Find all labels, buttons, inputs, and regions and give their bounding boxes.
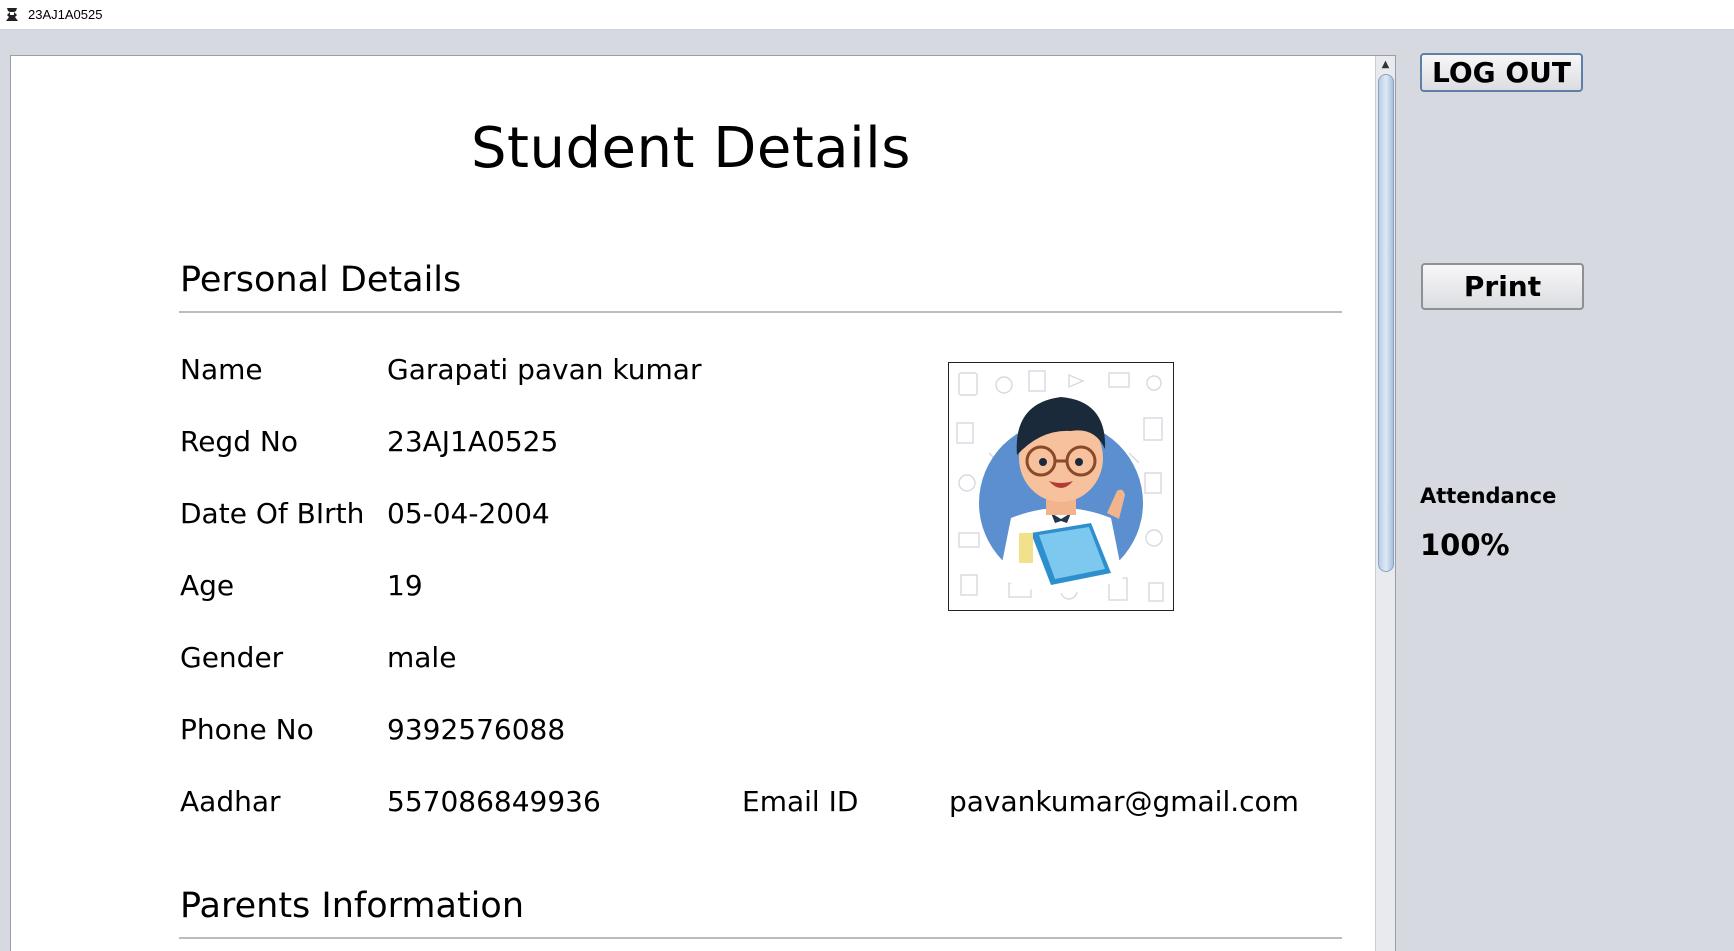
- attendance-label: Attendance: [1420, 484, 1557, 508]
- age-label: Age: [180, 569, 235, 602]
- logout-button[interactable]: LOG OUT: [1420, 53, 1583, 92]
- student-details-content: Student Details Personal Details Name Ga…: [11, 56, 1375, 951]
- window-title: 23AJ1A0525: [28, 7, 103, 22]
- personal-details-divider: [179, 311, 1342, 313]
- vertical-scrollbar[interactable]: ▲: [1375, 56, 1395, 951]
- email-label: Email ID: [742, 785, 859, 818]
- aadhar-label: Aadhar: [180, 785, 281, 818]
- gender-value: male: [387, 641, 457, 674]
- name-label: Name: [180, 353, 263, 386]
- email-value: pavankumar@gmail.com: [949, 785, 1299, 818]
- aadhar-value: 557086849936: [387, 785, 601, 818]
- student-photo: [948, 362, 1174, 611]
- age-value: 19: [387, 569, 423, 602]
- arrow-up-icon[interactable]: ▲: [1376, 56, 1395, 74]
- parents-information-heading: Parents Information: [180, 886, 525, 926]
- title-bar: 23AJ1A0525: [0, 0, 1734, 30]
- parents-information-divider: [179, 937, 1342, 939]
- personal-details-heading: Personal Details: [180, 260, 462, 300]
- name-value: Garapati pavan kumar: [387, 353, 702, 386]
- phone-value: 9392576088: [387, 713, 566, 746]
- student-avatar-icon: [956, 370, 1164, 602]
- attendance-value: 100%: [1420, 528, 1510, 562]
- app-icon: [4, 6, 20, 23]
- page-title: Student Details: [471, 116, 911, 181]
- scrollbar-thumb[interactable]: [1378, 74, 1394, 572]
- gender-label: Gender: [180, 641, 284, 674]
- phone-label: Phone No: [180, 713, 314, 746]
- regd-no-label: Regd No: [180, 425, 298, 458]
- dob-value: 05-04-2004: [387, 497, 550, 530]
- dob-label: Date Of BIrth: [180, 497, 365, 530]
- regd-no-value: 23AJ1A0525: [387, 425, 559, 458]
- student-details-scroll-pane[interactable]: Student Details Personal Details Name Ga…: [10, 55, 1396, 951]
- print-button[interactable]: Print: [1421, 263, 1584, 310]
